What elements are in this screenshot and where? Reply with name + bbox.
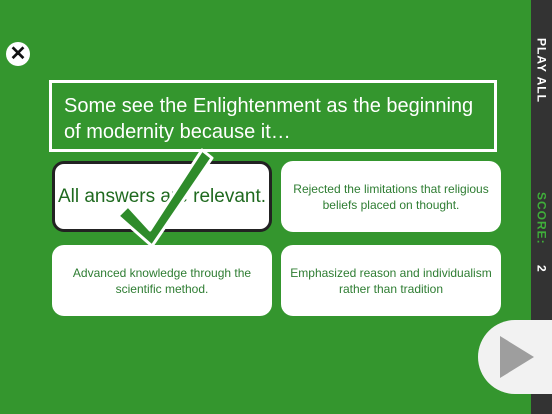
answer-label-1: All answers are relevant. — [57, 185, 267, 207]
score-label: SCORE: — [534, 192, 549, 245]
answer-option-4[interactable]: Emphasized reason and individualism rath… — [281, 245, 501, 316]
question-box: Some see the Enlightenment as the beginn… — [49, 80, 497, 152]
answer-option-2[interactable]: Rejected the limitations that religious … — [281, 161, 501, 232]
next-button[interactable] — [478, 320, 552, 394]
answer-label-2: Rejected the limitations that religious … — [293, 181, 489, 212]
close-icon: ✕ — [9, 42, 27, 65]
answer-label-3: Advanced knowledge through the scientifi… — [72, 265, 252, 296]
play-all-button[interactable]: PLAY ALL — [531, 38, 552, 103]
question-text: Some see the Enlightenment as the beginn… — [64, 95, 474, 143]
score-value: 2 — [534, 265, 549, 272]
answer-option-3[interactable]: Advanced knowledge through the scientifi… — [52, 245, 272, 316]
answer-option-1[interactable]: All answers are relevant. — [52, 161, 272, 232]
answer-label-4: Emphasized reason and individualism rath… — [290, 265, 492, 296]
close-button[interactable]: ✕ — [6, 42, 30, 66]
